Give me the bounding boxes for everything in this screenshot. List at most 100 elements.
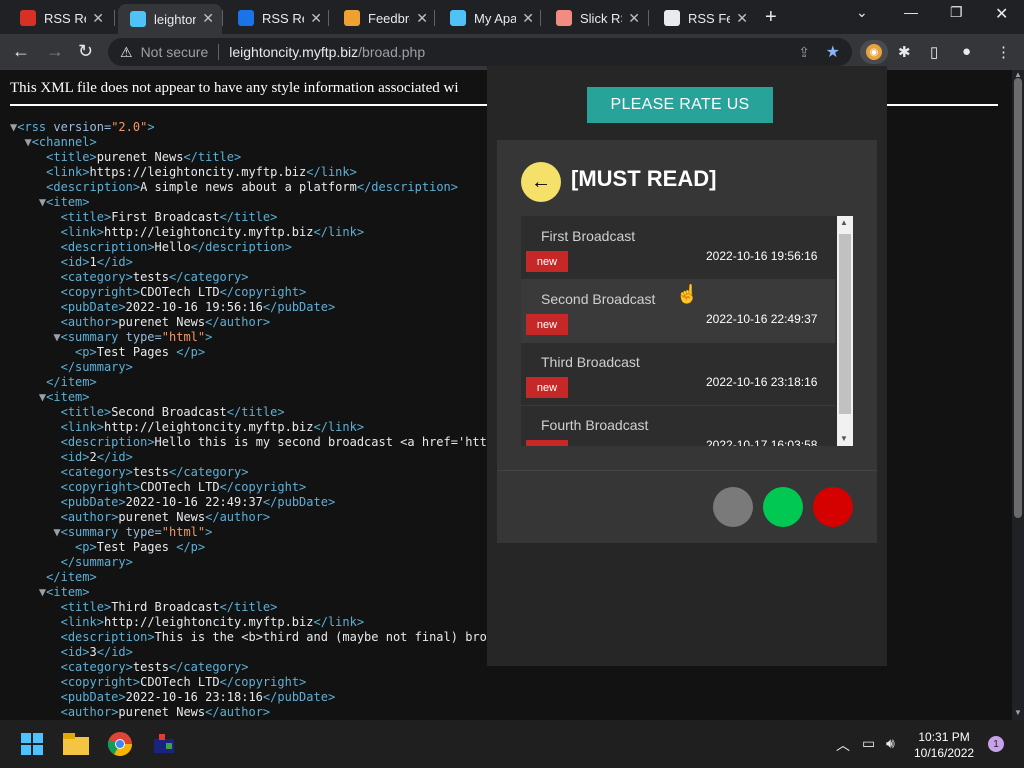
- rss-extension-button[interactable]: ◉: [860, 40, 888, 64]
- forward-icon[interactable]: →: [46, 41, 64, 62]
- xml-close-tag: </description>: [190, 240, 292, 254]
- tab-1[interactable]: RSS Rea ✕: [8, 4, 112, 32]
- side-panel-icon[interactable]: ▯: [930, 43, 938, 61]
- list-scroll-up-icon[interactable]: ▲: [840, 218, 848, 227]
- xml-bracket: </: [60, 555, 76, 569]
- menu-kebab-icon[interactable]: ⋮: [996, 43, 1011, 61]
- collapse-triangle-icon: [53, 630, 60, 644]
- list-scroll-down-icon[interactable]: ▼: [840, 434, 848, 443]
- tab-5[interactable]: My Apa ✕: [438, 4, 542, 32]
- xml-tree: ▼<rss version="2.0"> ▼<channel> < title > p…: [10, 120, 494, 720]
- xml-bracket: <: [60, 225, 68, 239]
- xml-line[interactable]: ▼<summary type="html">: [10, 525, 494, 540]
- xml-attribute-value: "html": [161, 525, 206, 539]
- taskbar-clock[interactable]: 10:31 PM 10/16/2022: [914, 729, 974, 761]
- close-tab-icon[interactable]: ✕: [92, 10, 104, 27]
- xml-line: <description>Hello this is my second bro…: [10, 435, 495, 450]
- close-tab-icon[interactable]: ✕: [628, 10, 640, 27]
- xml-tag-name: description: [53, 180, 133, 194]
- profile-icon[interactable]: ●: [962, 43, 971, 60]
- collapse-triangle-icon: [53, 405, 60, 419]
- xml-bracket: <: [31, 135, 39, 149]
- xml-bracket: <: [60, 255, 68, 269]
- broadcast-date: 2022-10-16 22:49:37: [706, 312, 818, 326]
- leightoncity-favicon: [130, 11, 146, 27]
- bookmark-star-icon[interactable]: ★: [826, 42, 840, 62]
- broadcast-item[interactable]: Fourth Broadcast new 2022-10-17 16:03:58: [521, 405, 835, 446]
- collapse-triangle-icon[interactable]: ▼: [24, 135, 31, 149]
- xml-tag-name: copyright: [67, 285, 133, 299]
- xml-close-tag: </title>: [219, 600, 278, 614]
- arrow-left-icon[interactable]: ←: [521, 162, 561, 202]
- tab-separator: [648, 10, 649, 26]
- close-tab-icon[interactable]: ✕: [310, 10, 322, 27]
- app-icon[interactable]: [150, 730, 178, 758]
- red-status-dot[interactable]: [813, 487, 853, 527]
- close-tab-icon[interactable]: ✕: [522, 10, 534, 27]
- file-explorer-icon[interactable]: [62, 730, 90, 758]
- page-scrollbar[interactable]: ▲ ▼: [1012, 70, 1024, 720]
- tab-label: Slick RS: [580, 10, 622, 26]
- scroll-down-icon[interactable]: ▼: [1014, 708, 1022, 717]
- xml-line[interactable]: ▼<channel>: [10, 135, 494, 150]
- share-icon[interactable]: ⇪: [798, 44, 810, 61]
- tab-7[interactable]: RSS Fee ✕: [652, 4, 756, 32]
- list-scrollbar[interactable]: ▲ ▼: [837, 216, 853, 446]
- xml-tag-name: author: [67, 705, 112, 719]
- url-path[interactable]: /broad.php: [358, 44, 425, 60]
- not-secure-label[interactable]: Not secure: [141, 44, 209, 60]
- xml-line[interactable]: ▼<item>: [10, 195, 494, 210]
- xml-bracket: >: [147, 630, 155, 644]
- collapse-triangle-icon[interactable]: ▼: [53, 330, 60, 344]
- address-bar[interactable]: ⚠ Not secure leightoncity.myftp.biz/broa…: [108, 38, 852, 66]
- close-window-icon[interactable]: ✕: [995, 4, 1008, 24]
- close-tab-icon[interactable]: ✕: [202, 10, 214, 27]
- windows-start-icon[interactable]: [18, 730, 46, 758]
- xml-line[interactable]: ▼<rss version="2.0">: [10, 120, 494, 135]
- reload-icon[interactable]: ↻: [78, 41, 93, 62]
- tab-3[interactable]: RSS Rea ✕: [226, 4, 330, 32]
- xml-line[interactable]: ▼<item>: [10, 585, 494, 600]
- collapse-triangle-icon[interactable]: ▼: [53, 525, 60, 539]
- green-status-dot[interactable]: [763, 487, 803, 527]
- xml-bracket: >: [132, 675, 141, 689]
- rate-us-button[interactable]: PLEASE RATE US: [587, 87, 773, 123]
- gray-status-dot[interactable]: [713, 487, 753, 527]
- xml-close-tag: </title>: [183, 150, 242, 164]
- url-host[interactable]: leightoncity.myftp.biz: [229, 44, 358, 60]
- close-tab-icon[interactable]: ✕: [736, 10, 748, 27]
- xml-line[interactable]: ▼<summary type="html">: [10, 330, 494, 345]
- broadcast-item[interactable]: First Broadcast new 2022-10-16 19:56:16: [521, 216, 835, 280]
- xml-line: <author>purenet News</author>: [10, 510, 494, 525]
- xml-bracket: >: [147, 240, 155, 254]
- minimize-icon[interactable]: —: [904, 4, 918, 20]
- xml-line: <link>http://leightoncity.myftp.biz</lin…: [10, 615, 494, 630]
- close-tab-icon[interactable]: ✕: [416, 10, 428, 27]
- tab-4[interactable]: Feedbro ✕: [332, 4, 436, 32]
- tab-6[interactable]: Slick RS ✕: [544, 4, 648, 32]
- xml-text: https://leightoncity.myftp.biz: [89, 165, 307, 179]
- tab-2[interactable]: leighton ✕: [118, 4, 222, 34]
- network-icon[interactable]: ▭: [862, 735, 875, 752]
- page-scroll-thumb[interactable]: [1014, 78, 1022, 518]
- xml-line: <author>purenet News</author>: [10, 315, 494, 330]
- xml-bracket: >: [89, 570, 97, 584]
- notification-badge[interactable]: 1: [988, 736, 1004, 752]
- warning-icon[interactable]: ⚠: [120, 44, 133, 61]
- new-tab-icon[interactable]: +: [765, 6, 777, 29]
- xml-tag-name: title: [67, 405, 104, 419]
- broadcast-item[interactable]: Third Broadcast new 2022-10-16 23:18:16: [521, 342, 835, 406]
- chrome-icon[interactable]: [106, 730, 134, 758]
- collapse-triangle-icon: [53, 675, 60, 689]
- xml-line[interactable]: ▼<item>: [10, 390, 494, 405]
- xml-bracket: <: [60, 660, 68, 674]
- xml-text: A simple news about a platform: [140, 180, 357, 194]
- xml-text: purenet News: [118, 510, 206, 524]
- restore-icon[interactable]: ❐: [950, 4, 963, 21]
- extensions-puzzle-icon[interactable]: ✱: [898, 43, 911, 61]
- tab-search-icon[interactable]: ⌄: [856, 4, 868, 21]
- volume-icon[interactable]: 🔊︎: [886, 735, 895, 752]
- list-scroll-thumb[interactable]: [839, 234, 851, 414]
- back-icon[interactable]: ←: [12, 41, 30, 62]
- tray-chevron-icon[interactable]: ︿: [836, 735, 850, 755]
